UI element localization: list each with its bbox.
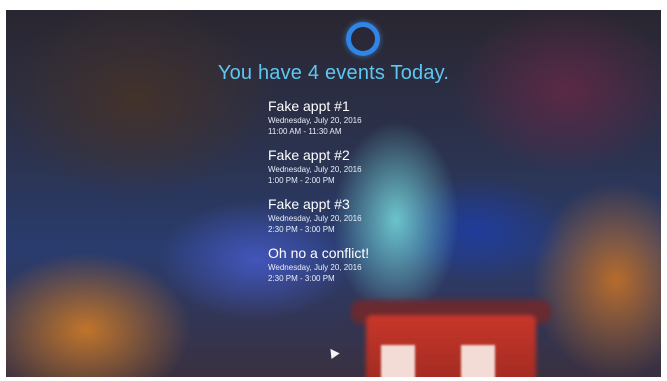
event-time: 1:00 PM - 2:00 PM bbox=[268, 176, 335, 185]
event-title: Fake appt #2 bbox=[268, 147, 350, 163]
event-title: Fake appt #1 bbox=[268, 98, 350, 114]
background-window bbox=[461, 345, 495, 377]
event-title: Fake appt #3 bbox=[268, 196, 350, 212]
event-item[interactable]: Fake appt #3 Wednesday, July 20, 2016 2:… bbox=[268, 196, 468, 235]
event-date: Wednesday, July 20, 2016 bbox=[268, 116, 362, 125]
event-title: Oh no a conflict! bbox=[268, 245, 370, 261]
event-item[interactable]: Fake appt #2 Wednesday, July 20, 2016 1:… bbox=[268, 147, 468, 186]
event-time: 2:30 PM - 3:00 PM bbox=[268, 274, 335, 283]
events-summary-heading: You have 4 events Today. bbox=[217, 62, 450, 84]
event-date: Wednesday, July 20, 2016 bbox=[268, 263, 362, 272]
background-window bbox=[381, 345, 415, 377]
event-time: 2:30 PM - 3:00 PM bbox=[268, 225, 335, 234]
event-date: Wednesday, July 20, 2016 bbox=[268, 214, 362, 223]
event-date: Wednesday, July 20, 2016 bbox=[268, 165, 362, 174]
event-time: 11:00 AM - 11:30 AM bbox=[268, 127, 342, 136]
cortana-ring-icon[interactable] bbox=[346, 22, 380, 56]
event-item[interactable]: Oh no a conflict! Wednesday, July 20, 20… bbox=[268, 245, 468, 284]
event-item[interactable]: Fake appt #1 Wednesday, July 20, 2016 11… bbox=[268, 98, 468, 137]
event-list: Fake appt #1 Wednesday, July 20, 2016 11… bbox=[268, 98, 468, 294]
